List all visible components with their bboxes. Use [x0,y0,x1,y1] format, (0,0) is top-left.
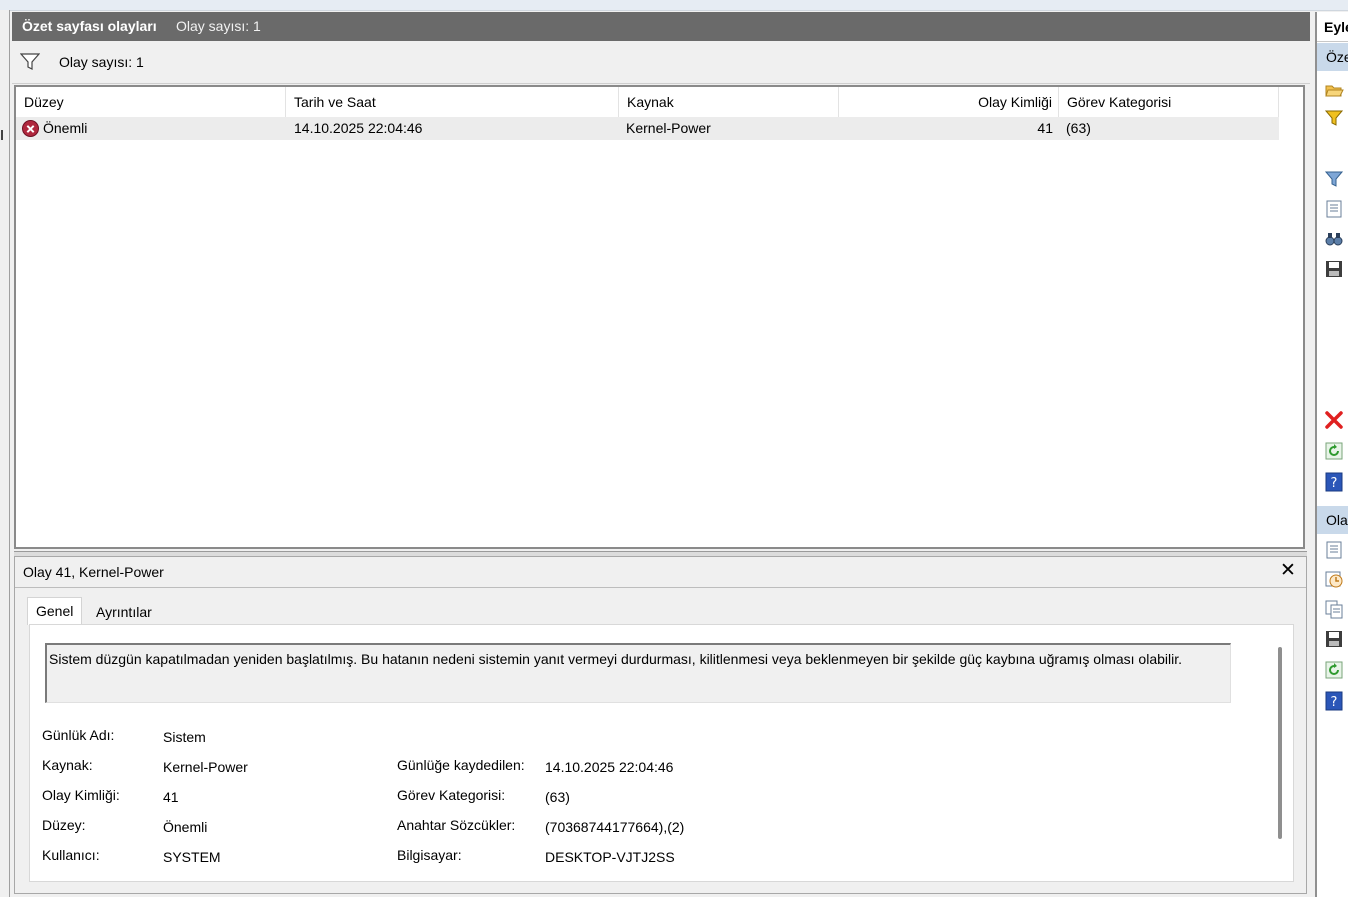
source-value: Kernel-Power [163,759,248,775]
column-header-event-id[interactable]: Olay Kimliği [839,87,1059,117]
filter-bar: Olay sayısı: 1 [12,43,1310,84]
event-list[interactable]: Düzey Tarih ve Saat Kaynak Olay Kimliği … [14,85,1305,549]
close-icon[interactable]: ✕ [1277,559,1299,583]
refresh-icon[interactable] [1324,660,1344,680]
find-icon[interactable] [1324,229,1344,249]
tab-general[interactable]: Genel [27,597,83,625]
actions-header: Eyle [1317,12,1348,42]
row-datetime: 14.10.2025 22:04:46 [294,120,423,136]
table-row[interactable]: Önemli 14.10.2025 22:04:46 Kernel-Power … [16,117,1279,140]
keywords-label: Anahtar Sözcükler: [397,817,516,833]
computer-value: DESKTOP-VJTJ2SS [545,849,675,865]
details-header: Olay 41, Kernel-Power ✕ [15,557,1306,588]
refresh-icon[interactable] [1324,441,1344,461]
svg-text:?: ? [1331,476,1338,491]
properties-icon[interactable] [1324,199,1344,219]
actions-pane: Eyle Öze ? Ola [1315,12,1348,897]
left-pane-edge[interactable] [0,10,10,897]
event-description[interactable]: Sistem düzgün kapatılmadan yeniden başla… [45,643,1231,703]
row-level: Önemli [43,120,88,136]
event-id-value: 41 [163,789,179,805]
column-header-task-category[interactable]: Görev Kategorisi [1059,87,1279,117]
tab-details[interactable]: Ayrıntılar [88,601,160,624]
log-name-label: Günlük Adı: [42,727,115,743]
level-value: Önemli [163,819,208,835]
row-task-category: (63) [1066,120,1091,136]
save-icon[interactable] [1324,259,1344,279]
properties-icon[interactable] [1324,540,1344,560]
filter-icon[interactable] [20,53,40,71]
save-icon[interactable] [1324,629,1344,649]
copy-icon[interactable] [1324,599,1344,619]
svg-text:?: ? [1331,695,1338,710]
details-title: Olay 41, Kernel-Power [23,564,164,580]
filter-event-count: Olay sayısı: 1 [59,54,144,70]
task-category-label: Görev Kategorisi: [397,787,506,803]
column-header-source[interactable]: Kaynak [619,87,839,117]
log-name-value: Sistem [163,729,206,745]
window-top-edge [0,0,1348,11]
keywords-value: (70368744177664),(2) [545,819,685,835]
actions-section-summary[interactable]: Öze [1317,43,1348,71]
filter-icon[interactable] [1324,108,1344,128]
user-label: Kullanıcı: [42,847,100,863]
level-label: Düzey: [42,817,86,833]
event-details-pane: Olay 41, Kernel-Power ✕ Genel Ayrıntılar… [14,556,1307,894]
delete-icon[interactable] [1324,410,1344,430]
open-folder-icon[interactable] [1324,80,1344,100]
user-value: SYSTEM [163,849,221,865]
task-category-value: (63) [545,789,570,805]
filter-icon[interactable] [1324,169,1344,189]
page-title: Özet sayfası olayları [22,18,157,34]
help-icon[interactable]: ? [1324,472,1344,492]
details-scrollbar[interactable] [1278,647,1282,839]
row-event-id: 41 [1037,120,1053,136]
error-icon [22,120,39,137]
event-count-header: Olay sayısı: 1 [176,18,261,34]
column-header-level[interactable]: Düzey [16,87,286,117]
help-icon[interactable]: ? [1324,691,1344,711]
source-label: Kaynak: [42,757,93,773]
logged-label: Günlüğe kaydedilen: [397,757,525,773]
row-source: Kernel-Power [626,120,711,136]
event-id-label: Olay Kimliği: [42,787,120,803]
left-pane-marker [1,130,3,140]
logged-value: 14.10.2025 22:04:46 [545,759,674,775]
computer-label: Bilgisayar: [397,847,462,863]
column-header-datetime[interactable]: Tarih ve Saat [286,87,619,117]
actions-section-event[interactable]: Ola [1317,506,1348,534]
general-tab-panel: Sistem düzgün kapatılmadan yeniden başla… [29,624,1294,882]
summary-events-titlebar: Özet sayfası olayları Olay sayısı: 1 [12,12,1310,41]
attach-task-icon[interactable] [1324,569,1344,589]
